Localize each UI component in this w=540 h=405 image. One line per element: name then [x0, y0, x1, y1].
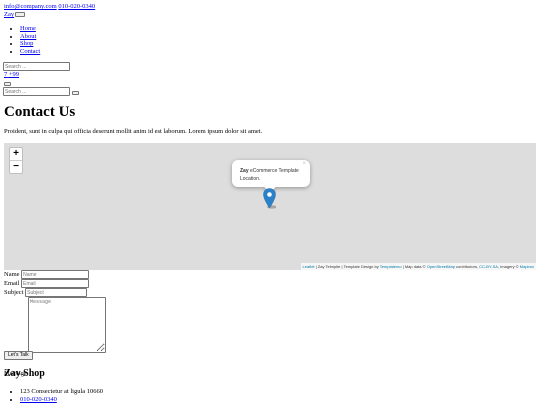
leaflet-link[interactable]: Leaflet — [303, 264, 315, 269]
name-field[interactable] — [21, 270, 90, 279]
phone-link[interactable]: 010-020-0340 — [58, 3, 95, 10]
nav-item-contact: Contact — [20, 48, 40, 56]
navbar-toggler-button[interactable] — [15, 12, 26, 18]
cart-link[interactable]: 7 +99 — [4, 71, 19, 78]
cart-count: 7 — [4, 71, 8, 78]
templatemo-link[interactable]: Templatemo — [380, 264, 402, 269]
map[interactable]: + − × Zay eCommerce Template Location. L… — [4, 143, 536, 270]
zoom-control: + − — [9, 147, 23, 174]
zoom-out-button[interactable]: − — [10, 160, 22, 173]
message-field[interactable] — [28, 297, 106, 353]
popup-content: Zay eCommerce Template Location. — [240, 167, 308, 183]
map-attribution: Leaflet | Zay Telmplte | Template Design… — [300, 263, 536, 270]
modal-search-button[interactable] — [72, 91, 79, 95]
osm-link[interactable]: OpenStreetMap — [427, 264, 455, 269]
attribution-text: | Map data © — [401, 264, 427, 269]
modal-close-button[interactable] — [4, 82, 11, 86]
zoom-in-button[interactable]: + — [10, 148, 22, 160]
popup-title: Zay — [240, 168, 249, 174]
submit-button[interactable]: Let’s Talk — [4, 351, 33, 360]
nav-link-shop[interactable]: Shop — [20, 40, 33, 47]
nav-link-contact[interactable]: Contact — [20, 48, 40, 55]
footer-phone-item: 010-020-0340 — [20, 396, 103, 404]
nav-item-shop: Shop — [20, 40, 40, 48]
attribution-text: | Zay Telmplte | Template Design by — [314, 264, 380, 269]
subject-field[interactable] — [25, 288, 88, 297]
mapbox-link[interactable]: Mapbox — [520, 264, 534, 269]
footer-title: Zay Shop — [4, 368, 45, 379]
popup-text: eCommerce Template Location. — [240, 168, 299, 182]
footer-info-list: 123 Consectetur at ligula 10660 010-020-… — [4, 388, 103, 403]
main-nav: Home About Shop Contact — [4, 25, 40, 55]
map-popup: × Zay eCommerce Template Location. — [232, 160, 310, 193]
attribution-text: contributors, — [454, 264, 480, 269]
cart-link-group: 7 +99 — [4, 71, 19, 78]
footer-address: 123 Consectetur at ligula 10660 — [20, 388, 103, 396]
map-marker-icon[interactable] — [263, 188, 276, 209]
nav-item-home: Home — [20, 25, 40, 33]
subject-label: Subject — [4, 289, 24, 296]
footer-phone-link[interactable]: 010-020-0340 — [20, 396, 57, 403]
brand: Zay — [4, 11, 26, 19]
email-label: Email — [4, 280, 20, 287]
attribution-text: , Imagery © — [497, 264, 520, 269]
page-intro: Proident, sunt in culpa qui officia dese… — [4, 128, 263, 135]
cart-badge: +99 — [8, 71, 20, 78]
name-label: Name — [4, 271, 20, 278]
nav-item-about: About — [20, 33, 40, 41]
search-input[interactable] — [3, 62, 70, 71]
top-contact-bar: info@company.com 010-020-0340 — [4, 3, 95, 11]
modal-search-input[interactable] — [3, 87, 70, 96]
email-link[interactable]: info@company.com — [4, 3, 57, 10]
brand-logo-link[interactable]: Zay — [4, 11, 14, 18]
page-title: Contact Us — [4, 104, 76, 120]
nav-link-about[interactable]: About — [20, 33, 36, 40]
email-field[interactable] — [21, 279, 90, 288]
nav-link-home[interactable]: Home — [20, 25, 36, 32]
cc-by-sa-link[interactable]: CC-BY-SA — [479, 264, 498, 269]
